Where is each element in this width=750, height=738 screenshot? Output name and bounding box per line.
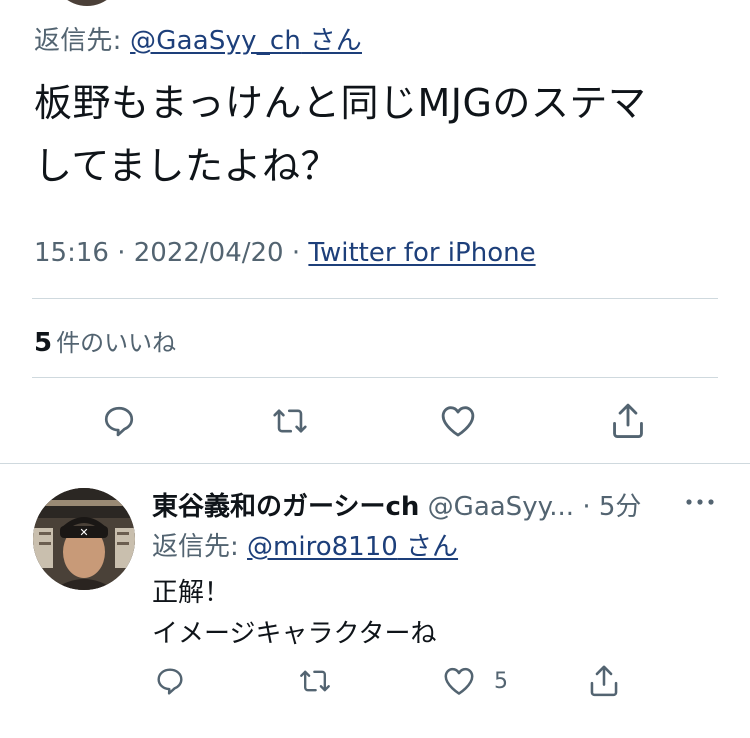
reply-time[interactable]: 5分 (599, 492, 642, 522)
reply-to-line: 返信先: @miro8110 さん (152, 526, 458, 563)
tweet-metadata: 15:16 · 2022/04/20 · Twitter for iPhone (34, 238, 536, 268)
heart-icon (439, 403, 477, 439)
reply-handle[interactable]: @GaaSyy... (428, 492, 574, 522)
reply-display-name[interactable]: 東谷義和のガーシーch (152, 492, 419, 522)
retweet-icon (271, 403, 309, 439)
reply-header: 東谷義和のガーシーch @GaaSyy... · 5分 (152, 486, 722, 523)
tweet-time[interactable]: 15:16 (34, 238, 109, 268)
reply-tweet-text: 正解！ イメージキャラクターね (152, 578, 437, 649)
tweet-text: 板野もまっけんと同じMJGのステマ してましたよね？ (34, 72, 724, 198)
reply-separator: · (574, 492, 599, 522)
tweet-date[interactable]: 2022/04/20 (134, 238, 284, 268)
reply-to-link[interactable]: @GaaSyy_ch さん (130, 26, 362, 56)
tweet-source-link[interactable]: Twitter for iPhone (308, 238, 535, 268)
meta-separator-2: · (283, 238, 309, 268)
tweet-text-line-1: 板野もまっけんと同じMJGのステマ (34, 81, 647, 125)
retweet-button[interactable] (298, 665, 332, 697)
retweet-icon (298, 665, 332, 697)
retweet-button[interactable] (271, 403, 309, 439)
reply-to-handle: @miro8110 (247, 532, 398, 562)
reply-button[interactable] (101, 403, 137, 439)
svg-text:✕: ✕ (79, 526, 88, 539)
share-button[interactable] (587, 663, 621, 699)
reply-button[interactable] (154, 665, 186, 697)
more-icon[interactable] (684, 494, 716, 514)
reply-avatar[interactable]: ✕ (33, 488, 135, 590)
share-icon (609, 401, 647, 441)
reply-icon (101, 403, 137, 439)
reply-to-prefix: 返信先: (152, 532, 248, 562)
meta-separator-1: · (108, 238, 134, 268)
like-button[interactable]: 5 (442, 665, 508, 697)
divider (32, 298, 718, 299)
share-button[interactable] (609, 401, 647, 441)
tweet-text-line-2: してましたよね？ (34, 144, 339, 188)
reply-to-suffix: さん (397, 532, 459, 562)
likes-count-link[interactable]: 5 件のいいね (34, 323, 176, 358)
share-icon (587, 663, 621, 699)
like-button[interactable] (439, 403, 477, 439)
like-count: 5 (494, 668, 508, 694)
reply-to-line: 返信先: @GaaSyy_ch さん (34, 20, 362, 57)
reply-to-suffix: さん (301, 26, 362, 56)
reply-to-handle: @GaaSyy_ch (130, 26, 302, 56)
likes-count: 5 (34, 328, 53, 358)
reply-to-prefix: 返信先: (34, 26, 131, 56)
reply-to-link[interactable]: @miro8110 さん (247, 532, 458, 562)
avatar[interactable] (52, 0, 122, 6)
tweet-separator (0, 463, 750, 464)
reply-icon (154, 665, 186, 697)
divider (32, 377, 718, 378)
heart-icon (442, 665, 476, 697)
likes-label: 件のいいね (56, 329, 177, 357)
